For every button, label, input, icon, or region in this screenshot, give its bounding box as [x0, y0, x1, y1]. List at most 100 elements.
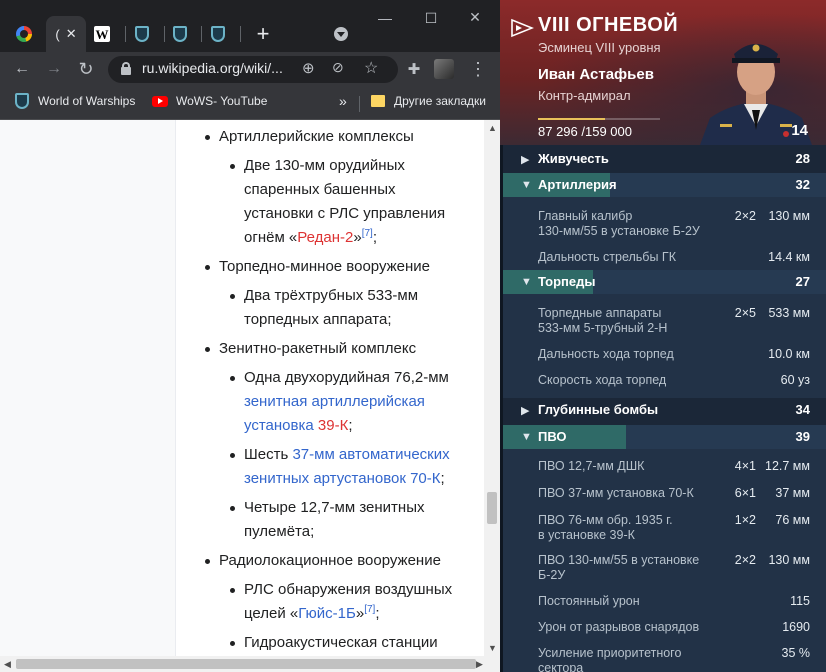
stat-label: Торпедные аппараты 533-мм 5-трубный 2-Н	[538, 306, 667, 336]
article-link[interactable]: [7]	[362, 228, 373, 239]
forward-arrow-icon[interactable]: →	[44, 59, 64, 79]
scroll-down-icon[interactable]: ▼	[488, 643, 497, 653]
stat-label: ПВО 130-мм/55 в установке Б-2У	[538, 553, 699, 583]
tab-google[interactable]	[4, 16, 44, 52]
stat-label: Скорость хода торпед	[538, 373, 666, 388]
menu-kebab-icon[interactable]: ⋮	[468, 59, 488, 79]
article-link[interactable]: 37-мм автоматических	[292, 446, 449, 463]
category-label: Торпеды	[538, 274, 596, 289]
stat-label: ПВО 12,7-мм ДШК	[538, 459, 644, 474]
collapse-arrow-icon[interactable]: ▼	[521, 431, 532, 443]
close-window-button[interactable]: ✕	[460, 9, 490, 26]
stat-label-line: Торпедные аппараты	[538, 306, 662, 320]
eye-slash-icon[interactable]: ⊘	[332, 59, 344, 76]
article-link[interactable]: зенитная артиллерийская	[244, 393, 425, 410]
category-value: 39	[795, 429, 810, 444]
extensions-icon[interactable]: ✚	[404, 59, 424, 79]
article-link[interactable]: 39-К	[318, 417, 348, 434]
article-link[interactable]: установка	[244, 417, 314, 434]
minimize-button[interactable]: —	[370, 10, 400, 26]
browser-window: ( ✕ W + — ☐ ✕ ← → ↻ ru.wikipedia.org/wik…	[0, 0, 500, 672]
list-item-line: Шесть 37-мм автоматических	[244, 443, 450, 467]
stat-row: Урон от разрывов снарядов 1690	[538, 620, 810, 635]
collapse-arrow-icon[interactable]: ▼	[521, 179, 532, 191]
vertical-scrollbar[interactable]: ▲ ▼	[484, 120, 500, 656]
tab-bar: ( ✕ W + — ☐ ✕	[0, 0, 500, 52]
star-icon[interactable]: ☆	[364, 58, 378, 78]
stat-count: 1×2	[734, 513, 756, 527]
stat-count: 2×2	[734, 209, 756, 223]
horizontal-scrollbar[interactable]: ◀ ▶	[0, 656, 500, 672]
scroll-left-icon[interactable]: ◀	[4, 659, 11, 670]
new-tab-button[interactable]: +	[248, 16, 278, 52]
article-text: ;	[348, 417, 353, 434]
google-icon	[16, 26, 32, 42]
vertical-scroll-thumb[interactable]	[487, 492, 497, 524]
bookmark-wows-youtube[interactable]: WoWS- YouTube	[152, 93, 267, 109]
tab-active[interactable]: ( ✕	[46, 16, 86, 52]
stat-row: Дальность хода торпед 10.0 км	[538, 347, 810, 362]
stat-row: Скорость хода торпед 60 уз	[538, 373, 810, 388]
scroll-up-icon[interactable]: ▲	[488, 123, 497, 133]
stat-row: Постоянный урон 115	[538, 594, 810, 609]
reload-icon[interactable]: ↻	[76, 59, 96, 79]
expand-arrow-icon[interactable]: ▶	[521, 404, 529, 417]
stat-label-line: Дальность стрельбы ГК	[538, 250, 676, 264]
stat-category-header[interactable]: ▼ ПВО 39	[503, 425, 826, 449]
stat-value: 115	[790, 594, 810, 608]
article-text: ;	[372, 229, 377, 246]
list-item-line: Две 130-мм орудийных	[244, 154, 405, 178]
category-label: Глубинные бомбы	[538, 402, 659, 417]
list-item-line: Зенитно-ракетный комплекс	[219, 337, 416, 361]
tab-wikipedia[interactable]: W	[88, 16, 116, 52]
list-item-line: спаренных башенных	[244, 178, 395, 202]
bookmark-other-folder[interactable]: Другие закладки	[370, 93, 486, 109]
stat-category-header[interactable]: ▼ Артиллерия 32	[503, 173, 826, 197]
ship-header: VIII ОГНЕВОЙ Эсминец VIII уровня Иван Ас…	[500, 0, 826, 145]
list-item-line: РЛС обнаружения воздушных	[244, 578, 452, 602]
horizontal-scroll-thumb[interactable]	[16, 659, 476, 669]
maximize-button[interactable]: ☐	[416, 10, 446, 27]
profile-avatar[interactable]	[434, 59, 454, 79]
article-text: ;	[375, 605, 380, 622]
stat-label-line: 130-мм/55 в установке Б-2У	[538, 224, 700, 238]
zoom-icon[interactable]: ⊕	[302, 59, 315, 77]
collapse-arrow-icon[interactable]: ▼	[521, 276, 532, 288]
wiki-sidebar	[0, 120, 176, 656]
article-link[interactable]: Гюйс-1Б	[298, 605, 356, 622]
stat-row: ПВО 76-мм обр. 1935 г. в установке 39-К 1×…	[538, 513, 810, 543]
bookmarks-overflow-button[interactable]: »	[339, 93, 347, 109]
article-text: пулемёта;	[244, 523, 315, 540]
list-bullet	[230, 294, 235, 299]
stat-category-header[interactable]: ▼ Торпеды 27	[503, 270, 826, 294]
article-link[interactable]: [7]	[364, 604, 375, 615]
bookmark-world-of-warships[interactable]: World of Warships	[14, 93, 135, 109]
scroll-right-icon[interactable]: ▶	[476, 659, 483, 670]
stat-label: Постоянный урон	[538, 594, 640, 609]
stat-label-line: ПВО 12,7-мм ДШК	[538, 459, 645, 473]
ship-title: VIII ОГНЕВОЙ	[538, 14, 679, 36]
article-text: Четыре 12,7-мм зенитных	[244, 499, 425, 516]
stat-category-header[interactable]: ▶ Живучесть 28	[503, 147, 826, 171]
tab-search-button[interactable]	[326, 16, 356, 52]
category-value: 32	[795, 177, 810, 192]
category-label: Живучесть	[538, 151, 609, 166]
list-bullet	[230, 376, 235, 381]
stat-category-header[interactable]: ▶ Глубинные бомбы 34	[503, 398, 826, 422]
tab-wows-3[interactable]	[204, 16, 232, 52]
stat-count: 6×1	[734, 486, 756, 500]
back-arrow-icon[interactable]: ←	[12, 59, 32, 79]
youtube-icon	[152, 93, 168, 109]
article-text: Гидроакустическая станции	[244, 634, 438, 651]
stat-label-line: Б-2У	[538, 568, 566, 582]
stat-label-line: Дальность хода торпед	[538, 347, 674, 361]
article-link[interactable]: Редан-2	[297, 229, 353, 246]
address-bar[interactable]: ru.wikipedia.org/wiki/... ⊕ ⊘ ☆	[108, 56, 398, 83]
article-text: Одна двухорудийная 76,2-мм	[244, 369, 449, 386]
expand-arrow-icon[interactable]: ▶	[521, 153, 529, 166]
tab-wows-1[interactable]	[128, 16, 156, 52]
tab-close-icon[interactable]: ✕	[66, 26, 77, 42]
tab-wows-2[interactable]	[166, 16, 194, 52]
article-link[interactable]: зенитных артустановок 70-К	[244, 470, 441, 487]
stat-label-line: ПВО 76-мм обр. 1935 г.	[538, 513, 673, 527]
